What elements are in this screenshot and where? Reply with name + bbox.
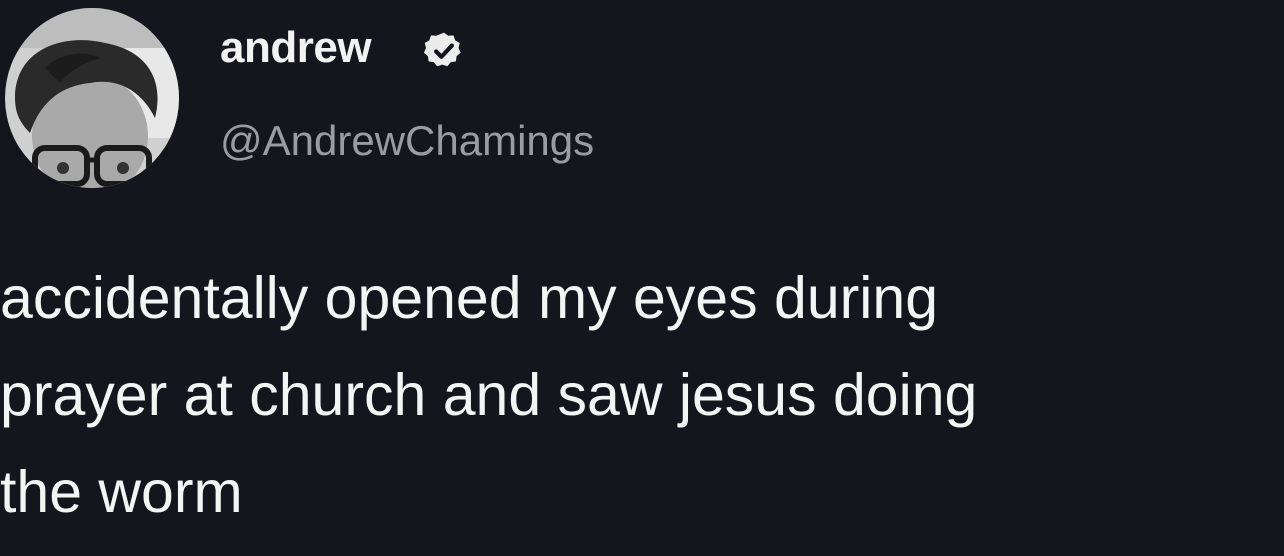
verified-badge-icon — [423, 30, 465, 72]
avatar-photo — [5, 8, 179, 188]
user-handle[interactable]: @AndrewChamings — [220, 120, 594, 162]
tweet-text-line: the worm — [0, 459, 243, 525]
tweet-text-line: prayer at church and saw jesus doing — [0, 362, 978, 428]
avatar[interactable] — [5, 8, 179, 188]
display-name[interactable]: andrew — [220, 26, 372, 70]
tweet-text-line: accidentally opened my eyes during — [0, 265, 939, 331]
tweet-card: andrew @AndrewChamings accidentally open… — [0, 0, 1284, 556]
tweet-text: accidentally opened my eyes during praye… — [0, 250, 1284, 541]
